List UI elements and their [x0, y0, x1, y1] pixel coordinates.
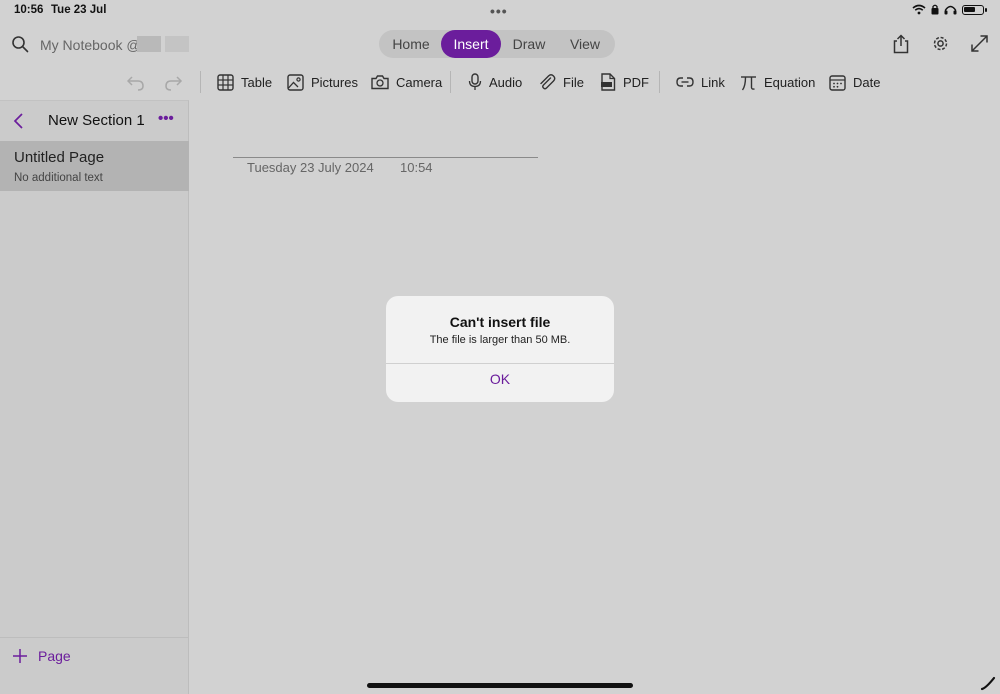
- insert-file-button[interactable]: File: [538, 71, 584, 93]
- camera-icon: [371, 75, 389, 90]
- dialog-message: The file is larger than 50 MB.: [429, 334, 571, 346]
- microphone-icon: [468, 73, 482, 90]
- insert-pdf-button[interactable]: PDF: [600, 71, 649, 93]
- page-list-sidebar: New Section 1 ••• Untitled Page No addit…: [0, 100, 189, 694]
- audio-label: Audio: [489, 74, 523, 90]
- plus-icon: [13, 649, 27, 663]
- expand-icon[interactable]: [970, 34, 989, 53]
- section-header: New Section 1 •••: [0, 101, 189, 141]
- paperclip-icon: [540, 74, 556, 90]
- redacted-text: [165, 36, 189, 52]
- share-icon[interactable]: [892, 34, 910, 54]
- camera-label: Camera: [396, 74, 443, 90]
- dialog-title: Can't insert file: [449, 314, 551, 330]
- more-options-button[interactable]: •••: [158, 110, 174, 127]
- chevron-left-icon[interactable]: [12, 112, 26, 130]
- page-item-title: Untitled Page: [14, 149, 105, 166]
- toolbar-divider: [659, 71, 660, 93]
- status-time: 10:56: [14, 4, 44, 16]
- title-underline: [233, 157, 538, 158]
- tab-insert[interactable]: Insert: [441, 30, 501, 58]
- table-label: Table: [241, 74, 273, 90]
- wifi-icon: [912, 4, 926, 15]
- insert-toolbar: Table Pictures Camera Audio File PDF Lin…: [0, 66, 1000, 98]
- redacted-text: [137, 36, 161, 52]
- picture-icon: [287, 73, 304, 91]
- link-label: Link: [701, 74, 725, 90]
- toolbar-divider: [450, 71, 451, 93]
- insert-camera-button[interactable]: Camera: [371, 71, 442, 93]
- pictures-label: Pictures: [311, 74, 358, 90]
- toolbar-divider: [200, 71, 201, 93]
- headphones-icon: [944, 5, 957, 15]
- insert-equation-button[interactable]: Equation: [740, 71, 815, 93]
- insert-audio-button[interactable]: Audio: [468, 71, 522, 93]
- date-label: Date: [853, 74, 881, 90]
- insert-table-button[interactable]: Table: [217, 71, 272, 93]
- file-label: File: [563, 74, 584, 90]
- tab-home[interactable]: Home: [381, 30, 441, 58]
- battery-level: [964, 6, 975, 12]
- pdf-label: PDF: [623, 74, 649, 90]
- undo-icon[interactable]: [126, 71, 146, 93]
- page-list-item[interactable]: Untitled Page No additional text: [0, 141, 189, 191]
- tab-view[interactable]: View: [557, 30, 613, 58]
- equation-label: Equation: [764, 74, 816, 90]
- table-icon: [217, 73, 234, 91]
- add-page-button[interactable]: Page: [12, 648, 71, 664]
- insert-link-button[interactable]: Link: [676, 71, 725, 93]
- page-date: Tuesday 23 July 2024: [247, 160, 374, 175]
- status-bar: 10:56 Tue 23 Jul •••: [0, 0, 1000, 22]
- insert-date-button[interactable]: Date: [829, 71, 880, 93]
- multitask-dots[interactable]: •••: [490, 3, 508, 19]
- battery-icon: [962, 4, 987, 15]
- calendar-icon: [829, 74, 846, 91]
- alert-dialog: Can't insert file The file is larger tha…: [386, 296, 614, 402]
- add-page-label: Page: [38, 648, 71, 664]
- lock-rotation-icon: [931, 4, 939, 15]
- ribbon-tabs: Home Insert Draw View: [379, 30, 615, 58]
- link-icon: [676, 77, 694, 87]
- sidebar-divider: [0, 637, 189, 638]
- status-date: Tue 23 Jul: [51, 4, 107, 16]
- page-time: 10:54: [400, 160, 433, 175]
- ok-button[interactable]: OK: [386, 364, 614, 402]
- system-indicators: [912, 4, 987, 15]
- pi-icon: [741, 75, 756, 90]
- pdf-icon: [601, 73, 616, 91]
- pencil-icon[interactable]: [980, 675, 996, 691]
- top-bar: My Notebook @ Home Insert Draw View: [0, 22, 1000, 66]
- gear-icon[interactable]: [931, 34, 950, 53]
- home-indicator[interactable]: [367, 683, 633, 688]
- redo-icon[interactable]: [163, 71, 183, 93]
- insert-pictures-button[interactable]: Pictures: [287, 71, 358, 93]
- notebook-name[interactable]: My Notebook @: [40, 37, 141, 53]
- search-icon[interactable]: [11, 35, 29, 53]
- tab-draw[interactable]: Draw: [501, 30, 557, 58]
- section-title: New Section 1: [48, 112, 145, 129]
- page-item-subtitle: No additional text: [14, 172, 103, 184]
